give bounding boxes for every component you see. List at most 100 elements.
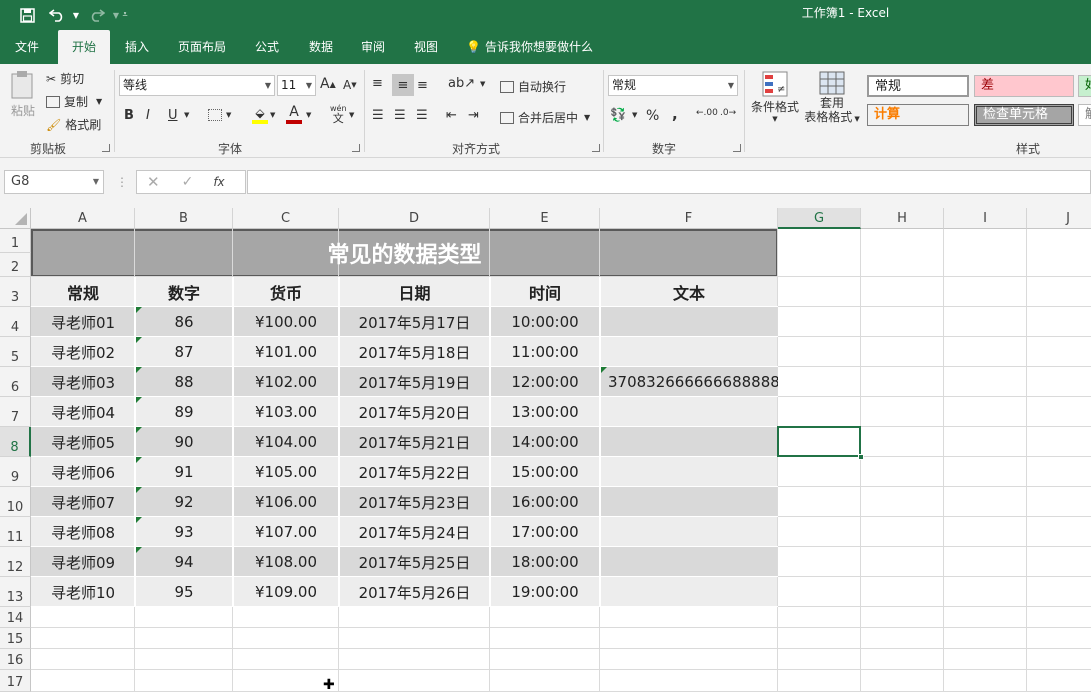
table-cell[interactable]: ¥108.00 <box>233 547 339 577</box>
table-cell[interactable] <box>600 517 778 547</box>
number-launcher-icon[interactable] <box>733 144 741 152</box>
table-cell[interactable]: 93 <box>135 517 233 547</box>
table-cell[interactable]: 10:00:00 <box>490 307 600 337</box>
error-indicator-icon[interactable] <box>136 307 142 313</box>
tab-insert[interactable]: 插入 <box>112 30 162 64</box>
table-cell[interactable]: 寻老师04 <box>31 397 135 427</box>
table-cell[interactable]: ¥100.00 <box>233 307 339 337</box>
table-cell[interactable]: 15:00:00 <box>490 457 600 487</box>
row-header-9[interactable]: 9 <box>0 457 31 487</box>
error-indicator-icon[interactable] <box>601 367 607 373</box>
error-indicator-icon[interactable] <box>136 547 142 553</box>
row-header-4[interactable]: 4 <box>0 307 31 337</box>
table-cell[interactable]: ¥102.00 <box>233 367 339 397</box>
tab-page-layout[interactable]: 页面布局 <box>166 30 238 64</box>
table-cell[interactable]: 寻老师10 <box>31 577 135 607</box>
conditional-formatting-button[interactable]: ≠ 条件格式 ▼ <box>750 70 800 123</box>
table-cell[interactable]: 19:00:00 <box>490 577 600 607</box>
tab-formulas[interactable]: 公式 <box>242 30 292 64</box>
font-size-select[interactable]: 11 ▼ <box>277 75 316 96</box>
table-cell[interactable]: 370832666666688888 <box>600 367 778 397</box>
chevron-down-icon[interactable]: ▼ <box>632 111 637 119</box>
chevron-down-icon[interactable]: ▼ <box>306 111 311 119</box>
align-top-icon[interactable]: ≡ <box>372 76 383 91</box>
table-cell[interactable]: 寻老师08 <box>31 517 135 547</box>
sheet-title[interactable]: 常见的数据类型 <box>31 229 778 277</box>
table-cell[interactable] <box>600 487 778 517</box>
table-cell[interactable]: 2017年5月25日 <box>339 547 490 577</box>
table-cell[interactable]: 寻老师03 <box>31 367 135 397</box>
cell-style-bad[interactable]: 差 <box>974 75 1074 97</box>
table-cell[interactable]: 16:00:00 <box>490 487 600 517</box>
table-cell[interactable]: 2017年5月20日 <box>339 397 490 427</box>
error-indicator-icon[interactable] <box>136 517 142 523</box>
table-cell[interactable]: 92 <box>135 487 233 517</box>
row-header-8[interactable]: 8 <box>0 427 31 457</box>
cell-style-good[interactable]: 好 <box>1078 75 1091 97</box>
column-title-cell[interactable]: 日期 <box>339 277 490 307</box>
table-cell[interactable]: ¥105.00 <box>233 457 339 487</box>
table-cell[interactable]: 寻老师09 <box>31 547 135 577</box>
chevron-down-icon[interactable]: ▼ <box>480 80 485 88</box>
borders-icon[interactable] <box>208 109 222 121</box>
row-header-1[interactable]: 1 <box>0 229 31 253</box>
table-cell[interactable]: 2017年5月22日 <box>339 457 490 487</box>
format-as-table-button[interactable]: 套用 表格格式 ▼ <box>802 70 862 126</box>
error-indicator-icon[interactable] <box>136 337 142 343</box>
table-cell[interactable]: 2017年5月24日 <box>339 517 490 547</box>
align-bottom-icon[interactable]: ≡ <box>417 78 428 93</box>
column-header-i[interactable]: I <box>944 208 1027 229</box>
table-cell[interactable]: 2017年5月18日 <box>339 337 490 367</box>
decrease-font-icon[interactable]: A ▼ <box>343 78 357 92</box>
table-cell[interactable]: 18:00:00 <box>490 547 600 577</box>
row-header-12[interactable]: 12 <box>0 547 31 577</box>
comma-icon[interactable]: , <box>672 105 678 123</box>
cell-style-calculation[interactable]: 计算 <box>867 104 969 126</box>
row-header-3[interactable]: 3 <box>0 277 31 307</box>
table-cell[interactable]: 95 <box>135 577 233 607</box>
enter-icon[interactable]: ✓ <box>182 174 194 190</box>
error-indicator-icon[interactable] <box>136 367 142 373</box>
error-indicator-icon[interactable] <box>136 487 142 493</box>
row-header-14[interactable]: 14 <box>0 607 31 628</box>
row-header-16[interactable]: 16 <box>0 649 31 670</box>
table-cell[interactable]: 2017年5月23日 <box>339 487 490 517</box>
fill-color-icon[interactable]: ⬙ <box>252 106 268 124</box>
align-center-icon[interactable]: ☰ <box>394 108 406 123</box>
tab-review[interactable]: 审阅 <box>350 30 396 64</box>
tab-data[interactable]: 数据 <box>296 30 346 64</box>
chevron-down-icon[interactable]: ▼ <box>184 111 189 119</box>
table-cell[interactable]: 2017年5月21日 <box>339 427 490 457</box>
underline-icon[interactable]: U <box>168 108 178 123</box>
table-cell[interactable]: 11:00:00 <box>490 337 600 367</box>
table-cell[interactable] <box>600 397 778 427</box>
font-color-icon[interactable]: A <box>286 104 302 124</box>
table-cell[interactable]: 87 <box>135 337 233 367</box>
cut-button[interactable]: ✂ 剪切 <box>46 70 84 87</box>
table-cell[interactable] <box>600 427 778 457</box>
column-header-j[interactable]: J <box>1027 208 1091 229</box>
table-cell[interactable]: 89 <box>135 397 233 427</box>
table-cell[interactable]: 2017年5月17日 <box>339 307 490 337</box>
table-cell[interactable]: 13:00:00 <box>490 397 600 427</box>
clipboard-launcher-icon[interactable] <box>102 144 110 152</box>
bold-icon[interactable]: B <box>124 108 134 123</box>
cell-style-normal[interactable]: 常规 <box>867 75 969 97</box>
table-cell[interactable]: 86 <box>135 307 233 337</box>
tab-home[interactable]: 开始 <box>58 30 110 64</box>
format-painter-button[interactable]: 🖌 格式刷 <box>46 116 101 133</box>
increase-font-icon[interactable]: A ▲ <box>320 76 336 92</box>
column-title-cell[interactable]: 货币 <box>233 277 339 307</box>
column-header-e[interactable]: E <box>490 208 600 229</box>
table-cell[interactable]: 2017年5月26日 <box>339 577 490 607</box>
tab-view[interactable]: 视图 <box>400 30 452 64</box>
tab-file[interactable]: 文件 <box>0 30 54 64</box>
column-title-cell[interactable]: 数字 <box>135 277 233 307</box>
formula-input[interactable] <box>247 170 1091 194</box>
row-header-6[interactable]: 6 <box>0 367 31 397</box>
cell-style-check-cell[interactable]: 检查单元格 <box>974 104 1074 126</box>
phonetic-icon[interactable]: wén 文 <box>330 104 347 124</box>
error-indicator-icon[interactable] <box>136 397 142 403</box>
chevron-down-icon[interactable]: ▼ <box>270 111 275 119</box>
cancel-icon[interactable]: ✕ <box>147 173 160 191</box>
